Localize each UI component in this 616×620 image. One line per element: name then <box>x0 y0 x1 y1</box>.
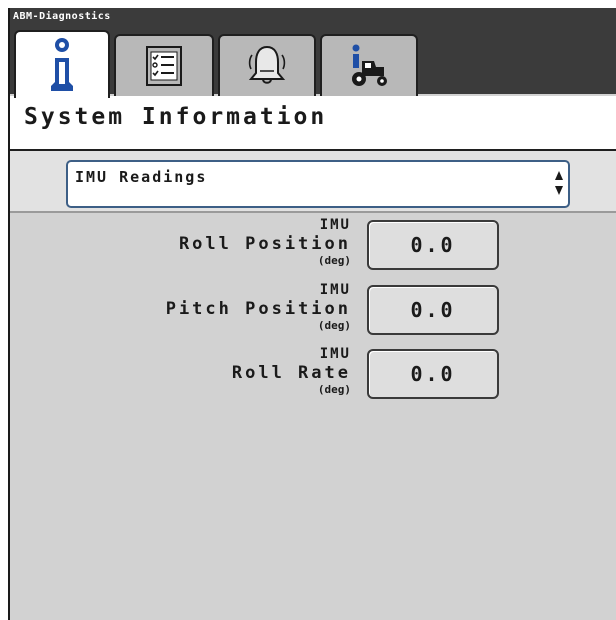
app-window: ABM-Diagnostics System Information IMU R… <box>8 8 616 620</box>
reading-roll-rate: IMU Roll Rate (deg) 0.0 <box>10 342 616 406</box>
reading-name: Pitch Position <box>165 299 351 319</box>
reading-prefix: IMU <box>319 217 351 233</box>
page-title: System Information <box>24 104 328 130</box>
readings-dropdown[interactable]: IMU Readings <box>66 160 570 208</box>
pitch-position-value: 0.0 <box>367 285 499 335</box>
reading-roll-position: IMU Roll Position (deg) 0.0 <box>10 213 616 277</box>
up-down-arrows-icon[interactable] <box>554 170 564 196</box>
reading-pitch-position: IMU Pitch Position (deg) 0.0 <box>10 278 616 342</box>
reading-prefix: IMU <box>319 346 351 362</box>
tab-info[interactable] <box>14 30 110 98</box>
reading-prefix: IMU <box>319 282 351 298</box>
dropdown-value: IMU Readings <box>75 168 208 186</box>
alarm-bell-icon <box>248 45 286 84</box>
tab-checklist[interactable] <box>114 34 214 96</box>
info-icon <box>51 38 73 91</box>
selector-band: IMU Readings <box>10 151 616 213</box>
title-bar: ABM-Diagnostics <box>10 8 616 98</box>
reading-unit: (deg) <box>317 254 351 267</box>
roll-rate-value: 0.0 <box>367 349 499 399</box>
tab-machine[interactable] <box>320 34 418 96</box>
reading-label: IMU Roll Rate (deg) <box>232 346 351 397</box>
reading-unit: (deg) <box>317 319 351 332</box>
tractor-info-icon <box>352 44 387 86</box>
reading-label: IMU Roll Position (deg) <box>179 217 351 268</box>
reading-unit: (deg) <box>317 383 351 396</box>
tab-alarms[interactable] <box>218 34 316 96</box>
reading-name: Roll Position <box>178 234 351 254</box>
reading-name: Roll Rate <box>231 363 351 383</box>
reading-label: IMU Pitch Position (deg) <box>166 282 351 333</box>
roll-position-value: 0.0 <box>367 220 499 270</box>
page-header: System Information <box>10 96 616 151</box>
checklist-icon <box>146 46 182 86</box>
app-title: ABM-Diagnostics <box>13 11 111 22</box>
